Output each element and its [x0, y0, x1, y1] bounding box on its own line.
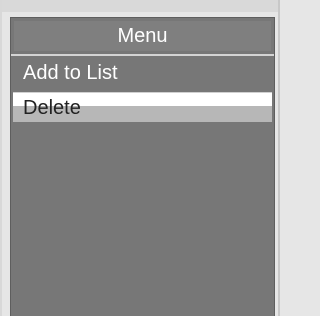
menu-divider — [11, 54, 274, 56]
menu-item-add-to-list[interactable]: Add to List — [13, 58, 272, 88]
menu-title: Menu — [14, 21, 271, 51]
menu-item-delete[interactable]: Delete — [13, 92, 272, 122]
menu-panel: Menu Add to List Delete — [10, 17, 275, 316]
